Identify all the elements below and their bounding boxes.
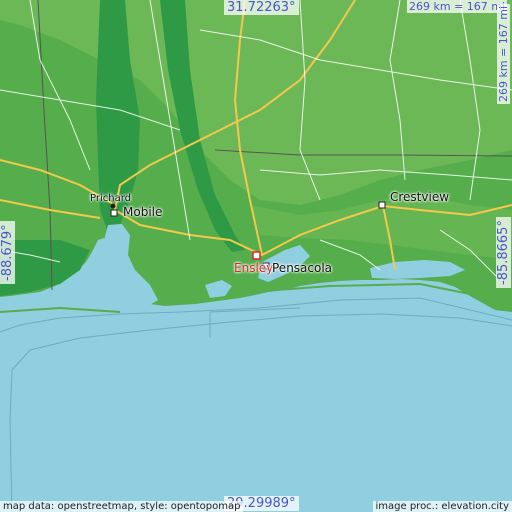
crestview-marker bbox=[378, 201, 386, 209]
image-processing-credit: image proc.: elevation.city bbox=[372, 501, 512, 512]
topographic-map bbox=[0, 0, 512, 512]
vertical-scale-label: 269 km = 167 mi bbox=[497, 3, 510, 104]
mobile-label: Mobile bbox=[123, 205, 163, 219]
top-latitude-label: 31.72263° bbox=[224, 0, 299, 15]
mobile-marker bbox=[110, 209, 118, 217]
ensley-label: Ensley bbox=[234, 261, 274, 275]
ensley-marker bbox=[252, 251, 261, 260]
prichard-label: Prichard bbox=[90, 193, 131, 204]
map-data-credit: map data: openstreetmap, style: opentopo… bbox=[0, 501, 244, 512]
crestview-label: Crestview bbox=[390, 190, 450, 204]
left-longitude-label: -88.679° bbox=[0, 221, 15, 284]
right-longitude-label: -85.8665° bbox=[496, 217, 511, 288]
prichard-marker bbox=[110, 203, 116, 209]
pensacola-label: Pensacola bbox=[272, 261, 333, 275]
horizontal-scale-label: 269 km = 167 mi bbox=[407, 0, 508, 13]
